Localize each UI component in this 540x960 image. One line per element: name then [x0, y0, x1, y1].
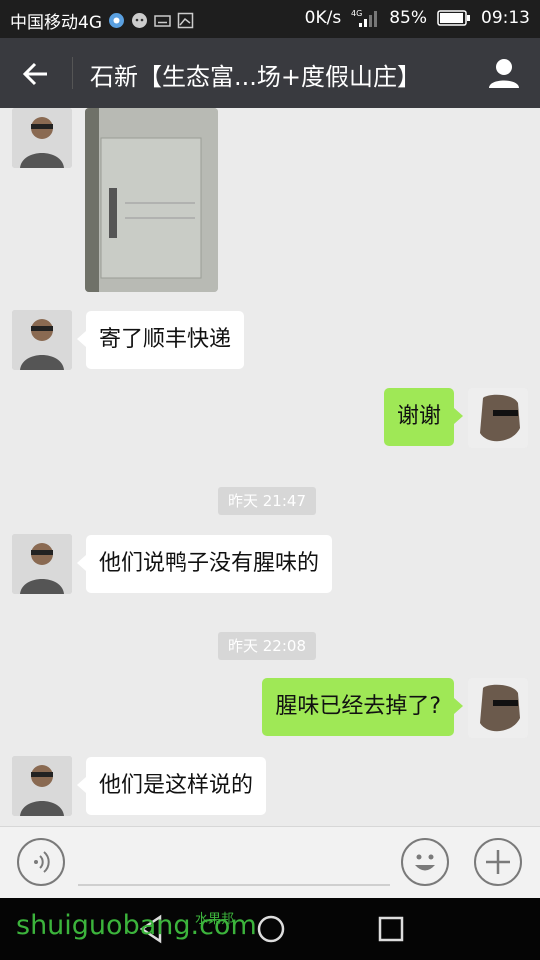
sender-avatar[interactable] [12, 534, 72, 594]
plus-icon [476, 840, 520, 884]
watermark-cn: 水果邦 [195, 908, 234, 927]
network-speed: 0K/s [305, 8, 342, 28]
photo-message[interactable] [85, 108, 218, 292]
battery-icon [437, 9, 471, 27]
voice-icon [19, 840, 63, 884]
nav-home-icon[interactable] [256, 914, 286, 944]
chat-title: 石新【生态富...场+度假山庄】 [90, 57, 421, 92]
emoji-icon [403, 840, 447, 884]
incoming-message[interactable]: 寄了顺丰快递 [86, 311, 244, 369]
signal-icon: 4G [351, 8, 379, 28]
message-input[interactable] [78, 884, 390, 886]
more-options-button[interactable] [474, 838, 522, 886]
outgoing-message[interactable]: 腥味已经去掉了? [262, 678, 454, 736]
network-type-label: 4G [351, 9, 362, 18]
chat-info-person-icon[interactable] [486, 55, 522, 91]
chat-header: 石新【生态富...场+度假山庄】 [0, 38, 540, 108]
status-bar: 中国移动4G 0K/s 4G 85% 09:13 [0, 0, 540, 38]
sender-avatar[interactable] [12, 108, 72, 168]
image-notification-icon [177, 12, 194, 29]
keyboard-icon [154, 12, 171, 29]
voice-button[interactable] [17, 838, 65, 886]
time-divider: 昨天 21:47 [218, 487, 316, 515]
system-nav-bar: shuiguobang.com 水果邦 [0, 898, 540, 960]
clock: 09:13 [481, 8, 530, 28]
header-divider [72, 57, 73, 89]
my-avatar[interactable] [468, 678, 528, 738]
carrier-label: 中国移动4G [10, 8, 102, 33]
outgoing-message[interactable]: 谢谢 [384, 388, 454, 446]
input-bar [0, 826, 540, 899]
nav-recents-icon[interactable] [376, 914, 406, 944]
sender-avatar[interactable] [12, 310, 72, 370]
battery-percent: 85% [389, 8, 427, 28]
app-notification-icon [108, 12, 125, 29]
back-arrow-icon[interactable] [18, 56, 54, 92]
emoji-button[interactable] [401, 838, 449, 886]
sender-avatar[interactable] [12, 756, 72, 816]
chat-notification-icon [131, 12, 148, 29]
my-avatar[interactable] [468, 388, 528, 448]
time-divider: 昨天 22:08 [218, 632, 316, 660]
incoming-message[interactable]: 他们是这样说的 [86, 757, 266, 815]
incoming-message[interactable]: 他们说鸭子没有腥味的 [86, 535, 332, 593]
message-list[interactable]: 寄了顺丰快递 谢谢 昨天 21:47 他们说鸭子没有腥味的 昨天 22:08 腥… [0, 108, 540, 826]
